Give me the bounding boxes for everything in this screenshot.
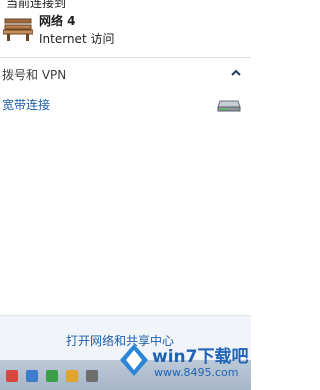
previous-section-cut: 当前连接到 [0,0,251,8]
watermark-url: www.8495.com [154,366,239,379]
tray-icon[interactable] [6,370,18,382]
tray-icon[interactable] [86,370,98,382]
dialup-section-title: 拨号和 VPN [2,68,67,82]
broadband-connection-label: 宽带连接 [2,98,51,112]
tray-icon[interactable] [46,370,58,382]
network-status: Internet 访问 [39,32,115,46]
system-tray [0,368,120,390]
collapse-arrow-icon[interactable] [231,68,241,78]
dialup-section-header[interactable]: 拨号和 VPN [0,62,251,84]
cut-header-text: 当前连接到 [6,0,67,8]
tray-icon[interactable] [26,370,38,382]
watermark-logo-icon [120,344,148,376]
tray-icon[interactable] [66,370,78,382]
broadband-connection-item[interactable]: 宽带连接 [0,90,251,116]
network-name: 网络 4 [39,14,76,28]
watermark: win7下载吧 www.8495.com [118,338,251,390]
section-divider [0,57,251,58]
watermark-brand: win7下载吧 [152,347,249,367]
network-entry[interactable]: 网络 4 Internet 访问 [0,10,251,50]
public-network-bench-icon [3,18,33,41]
modem-icon [217,100,241,112]
